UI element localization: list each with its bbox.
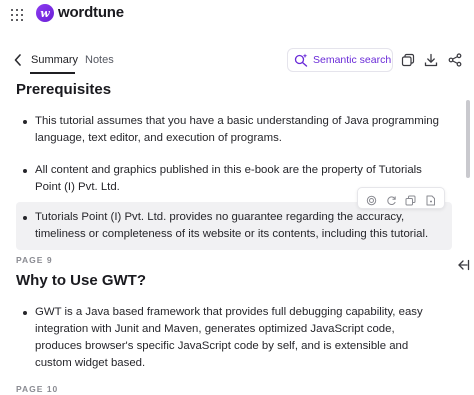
section-heading-prerequisites: Prerequisites [16,81,112,98]
brand-name: wordtune [58,4,124,21]
collapse-panel-icon[interactable] [456,258,470,271]
summary-content: Prerequisites This tutorial assumes that… [0,80,474,395]
summary-bullet[interactable]: GWT is a Java based framework that provi… [16,304,452,372]
copy-icon[interactable] [401,53,415,67]
bullet-text: GWT is a Java based framework that provi… [35,306,423,369]
bullet-dot [23,120,27,124]
bullet-dot [23,169,27,173]
bullet-dot [23,216,27,220]
top-bar: w wordtune [0,0,474,30]
wordtune-logo-icon: w [36,4,54,22]
bullet-text: This tutorial assumes that you have a ba… [35,115,439,144]
sparkle-search-icon [294,53,308,67]
tab-summary[interactable]: Summary [31,54,78,66]
semantic-search-label: Semantic search [313,54,392,66]
back-chevron-icon[interactable] [12,52,24,68]
page-label: PAGE 10 [16,384,59,394]
tab-notes[interactable]: Notes [85,54,114,66]
download-icon[interactable] [424,53,438,67]
share-icon[interactable] [448,53,462,67]
summary-bullet[interactable]: This tutorial assumes that you have a ba… [16,113,452,147]
bullet-text: Tutorials Point (I) Pvt. Ltd. provides n… [35,211,429,240]
page-label: PAGE 9 [16,255,53,265]
scrollbar-thumb[interactable] [466,100,470,178]
note-icon[interactable] [425,193,436,205]
refresh-icon[interactable] [386,193,397,205]
bullet-dot [23,311,27,315]
apps-grid-icon[interactable] [11,9,23,21]
copy-icon[interactable] [405,193,416,205]
active-tab-indicator [30,72,75,74]
semantic-search-button[interactable]: Semantic search [287,48,393,72]
section-heading-why-gwt: Why to Use GWT? [16,272,146,289]
target-icon[interactable] [366,193,377,205]
bullet-action-toolbar [357,187,445,209]
summary-bullet-hovered[interactable]: Tutorials Point (I) Pvt. Ltd. provides n… [16,202,452,250]
tabs-row: Summary Notes Semantic search [0,46,474,76]
